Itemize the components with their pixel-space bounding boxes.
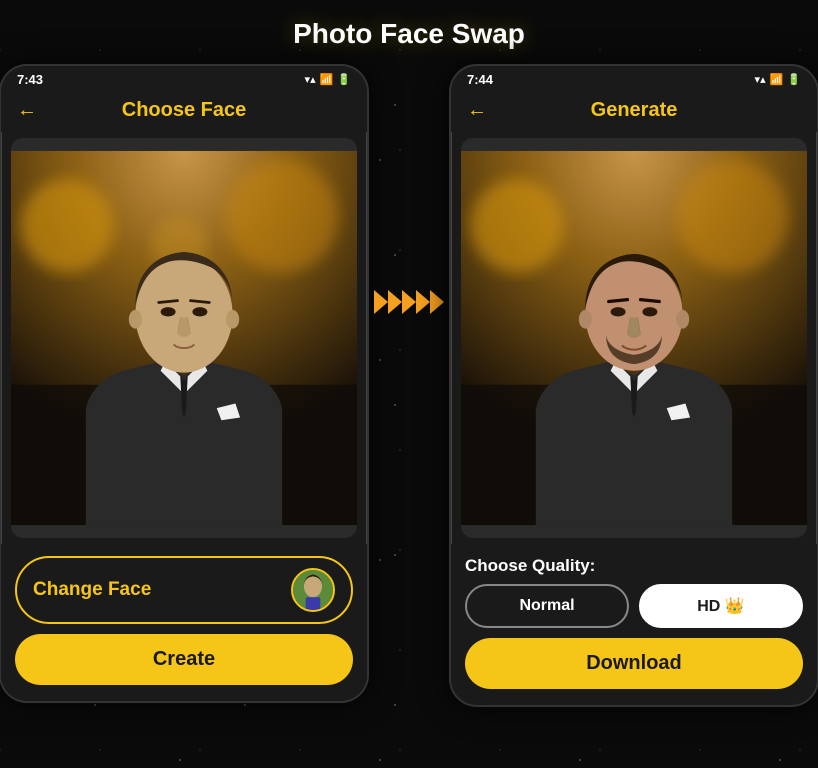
quality-normal-button[interactable]: Normal xyxy=(465,584,629,628)
phone-bottom-left: Change Face Create xyxy=(1,544,367,701)
battery-icon-left: 🔋 xyxy=(337,73,351,86)
photo-area-left xyxy=(11,138,357,538)
quality-label: Choose Quality: xyxy=(465,556,803,576)
phone-left: 7:43 ▾▴ 📶 🔋 ← Choose Face xyxy=(0,64,369,703)
change-face-button[interactable]: Change Face xyxy=(15,556,353,624)
status-bar-left: 7:43 ▾▴ 📶 🔋 xyxy=(1,66,367,91)
quality-section: Choose Quality: Normal HD 👑 xyxy=(465,556,803,628)
download-label: Download xyxy=(586,652,682,674)
back-button-right[interactable]: ← xyxy=(467,99,487,122)
status-time-right: 7:44 xyxy=(467,72,493,87)
phone-bottom-right: Choose Quality: Normal HD 👑 Download xyxy=(451,544,817,705)
wifi-icon-right: 📶 xyxy=(770,73,784,86)
quality-normal-label: Normal xyxy=(519,597,574,614)
create-label: Create xyxy=(153,648,215,670)
phone-right: 7:44 ▾▴ 📶 🔋 ← Generate xyxy=(449,64,818,707)
battery-icon-right: 🔋 xyxy=(787,73,801,86)
arrows-row xyxy=(374,284,444,320)
change-face-label: Change Face xyxy=(33,579,151,601)
create-button[interactable]: Create xyxy=(15,634,353,685)
quality-options: Normal HD 👑 xyxy=(465,584,803,628)
phones-container: 7:43 ▾▴ 📶 🔋 ← Choose Face xyxy=(0,64,818,707)
signal-icon-right: ▾▴ xyxy=(755,73,766,86)
status-icons-left: ▾▴ 📶 🔋 xyxy=(305,73,351,86)
quality-hd-button[interactable]: HD 👑 xyxy=(639,584,803,628)
status-bar-right: 7:44 ▾▴ 📶 🔋 xyxy=(451,66,817,91)
phone-header-left: ← Choose Face xyxy=(1,91,367,132)
photo-area-right xyxy=(461,138,807,538)
wifi-icon-left: 📶 xyxy=(320,73,334,86)
signal-icon-left: ▾▴ xyxy=(305,73,316,86)
download-button[interactable]: Download xyxy=(465,638,803,689)
back-button-left[interactable]: ← xyxy=(17,99,37,122)
arrow-container xyxy=(369,64,449,320)
status-time-left: 7:43 xyxy=(17,72,43,87)
phone-header-right: ← Generate xyxy=(451,91,817,132)
status-icons-right: ▾▴ 📶 🔋 xyxy=(755,73,801,86)
header-title-right: Generate xyxy=(591,99,678,122)
quality-hd-label: HD 👑 xyxy=(697,598,744,615)
page-title: Photo Face Swap xyxy=(0,0,818,64)
header-title-left: Choose Face xyxy=(122,99,246,122)
face-thumbnail xyxy=(291,568,335,612)
